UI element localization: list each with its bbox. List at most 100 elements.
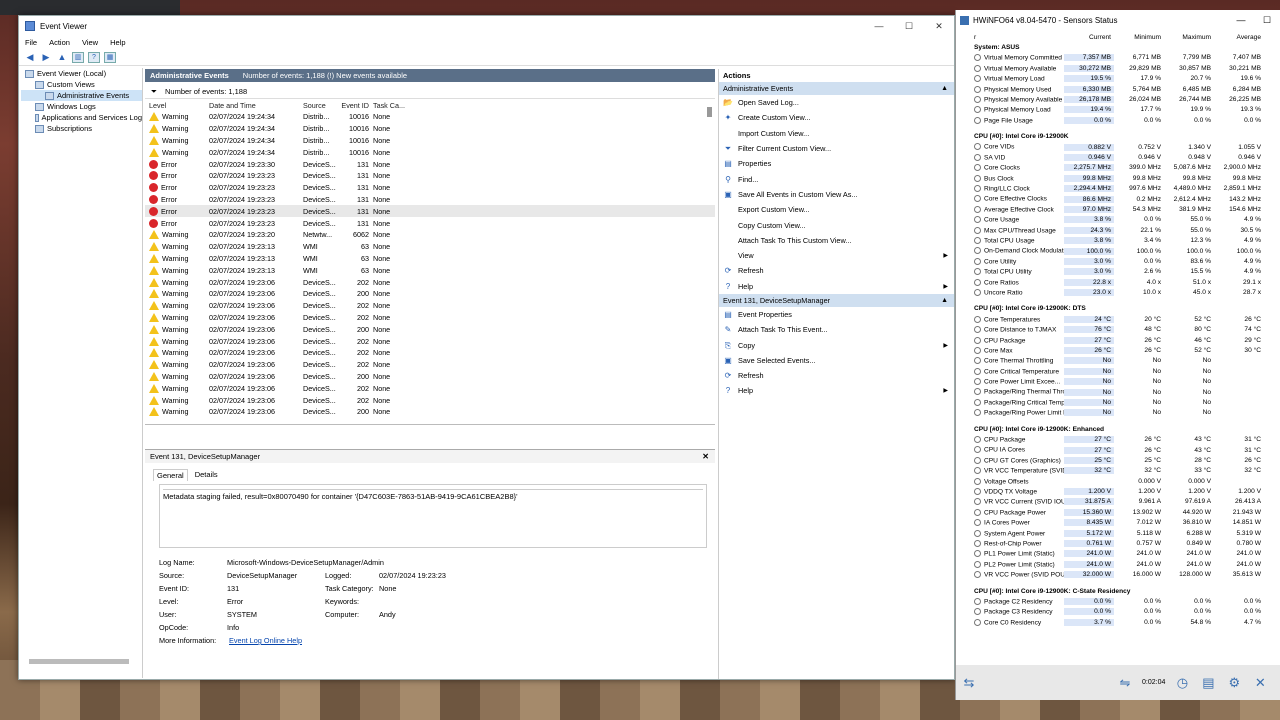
table-row[interactable]: Error 02/07/2024 19:23:23 DeviceS... 131 Non…: [145, 194, 715, 206]
table-row[interactable]: Warning 02/07/2024 19:23:06 DeviceS... 200 N…: [145, 323, 715, 335]
table-row[interactable]: Error 02/07/2024 19:23:23 DeviceS... 131 Non…: [145, 182, 715, 194]
table-row[interactable]: Warning 02/07/2024 19:23:13 WMI 63 None: [145, 241, 715, 253]
table-row[interactable]: Warning 02/07/2024 19:23:20 Netwtw... 6062 N…: [145, 229, 715, 241]
show-hide-tree-icon[interactable]: ▥: [72, 51, 84, 63]
tree-item[interactable]: Administrative Events: [21, 90, 142, 101]
sensor-row[interactable]: Core Power Limit Excee... No No No: [956, 377, 1280, 387]
report-icon[interactable]: ▤: [1199, 674, 1217, 692]
sensor-group-header[interactable]: CPU [#0]: Intel Core i9-12900K: Enhanced: [956, 424, 1280, 434]
sensor-row[interactable]: Virtual Memory Committed 7,357 MB 6,771 MB…: [956, 53, 1280, 63]
sensor-row[interactable]: System Agent Power 5.172 W 5.118 W 6.288 W 5…: [956, 528, 1280, 538]
sensor-row[interactable]: Uncore Ratio 23.0 x 10.0 x 45.0 x 28.7 x: [956, 287, 1280, 297]
show-hide-action-pane-icon[interactable]: ▦: [104, 51, 116, 63]
table-row[interactable]: Error 02/07/2024 19:23:23 DeviceS... 131 Non…: [145, 170, 715, 182]
tree-item[interactable]: Windows Logs: [21, 101, 142, 112]
sensor-row[interactable]: Core Ratios 22.8 x 4.0 x 51.0 x 29.1 x: [956, 277, 1280, 287]
menu-file[interactable]: File: [25, 38, 37, 47]
sensor-row[interactable]: PL2 Power Limit (Static) 241.0 W 241.0 W 24…: [956, 559, 1280, 569]
sensor-row[interactable]: Total CPU Utility 3.0 % 2.6 % 15.5 % 4.9 %: [956, 267, 1280, 277]
sensor-row[interactable]: Core Effective Clocks 86.6 MHz 0.2 MHz 2,61…: [956, 194, 1280, 204]
table-row[interactable]: Warning 02/07/2024 19:23:06 DeviceS... 202 N…: [145, 335, 715, 347]
table-row[interactable]: Warning 02/07/2024 19:23:06 DeviceS... 200 N…: [145, 406, 715, 418]
sensor-row[interactable]: Core C0 Residency 3.7 % 0.0 % 54.8 % 4.7 %: [956, 617, 1280, 627]
action-item[interactable]: ▤ Event Properties: [719, 307, 954, 322]
column-header[interactable]: Task Ca...: [373, 101, 413, 110]
action-item[interactable]: ⎘ Copy ▶: [719, 337, 954, 352]
sensor-row[interactable]: VDDQ TX Voltage 1.200 V 1.200 V 1.200 V 1.20…: [956, 486, 1280, 496]
sensor-row[interactable]: Core Critical Temperature No No No: [956, 366, 1280, 376]
maximize-button[interactable]: ☐: [894, 21, 924, 32]
collapse-arrow-icon[interactable]: ▲: [941, 82, 948, 95]
table-row[interactable]: Warning 02/07/2024 19:24:34 Distrib... 1001…: [145, 135, 715, 147]
sensor-group-header[interactable]: CPU [#0]: Intel Core i9-12900K: [956, 132, 1280, 142]
sensor-row[interactable]: VR VCC Temperature (SVID) 32 °C 32 °C 33 °C…: [956, 466, 1280, 476]
sensor-row[interactable]: Page File Usage 0.0 % 0.0 % 0.0 % 0.0 %: [956, 115, 1280, 125]
event-log-online-help-link[interactable]: Event Log Online Help: [229, 636, 302, 645]
table-row[interactable]: Warning 02/07/2024 19:23:06 DeviceS... 200 N…: [145, 288, 715, 300]
sensor-row[interactable]: Core Usage 3.8 % 0.0 % 55.0 % 4.9 %: [956, 215, 1280, 225]
sensor-row[interactable]: CPU GT Cores (Graphics) 25 °C 25 °C 28 °C 26…: [956, 455, 1280, 465]
sensor-column-header[interactable]: Maximum: [1164, 34, 1214, 41]
event-message-box[interactable]: Metadata staging failed, result=0x800704…: [159, 484, 707, 548]
hwinfo-title-bar[interactable]: HWiNFO64 v8.04-5470 - Sensors Status — ☐: [956, 10, 1280, 30]
table-row[interactable]: Warning 02/07/2024 19:23:06 DeviceS... 202 N…: [145, 382, 715, 394]
sensor-row[interactable]: PL1 Power Limit (Static) 241.0 W 241.0 W 24…: [956, 549, 1280, 559]
table-row[interactable]: Warning 02/07/2024 19:23:06 DeviceS... 200 N…: [145, 371, 715, 383]
sensor-row[interactable]: Package C3 Residency 0.0 % 0.0 % 0.0 % 0.0 %: [956, 607, 1280, 617]
action-item[interactable]: ? Help ▶: [719, 279, 954, 294]
clock-icon[interactable]: ◷: [1173, 674, 1191, 692]
column-header[interactable]: Source: [303, 101, 341, 110]
back-arrow-icon[interactable]: ◀: [24, 52, 36, 63]
sensor-row[interactable]: Core Max 26 °C 26 °C 52 °C 30 °C: [956, 345, 1280, 355]
minimize-button[interactable]: —: [864, 21, 894, 32]
table-row[interactable]: Error 02/07/2024 19:23:30 DeviceS... 131 Non…: [145, 158, 715, 170]
sensor-row[interactable]: CPU Package Power 15.360 W 13.902 W 44.920 …: [956, 507, 1280, 517]
action-item[interactable]: ⏷ Filter Current Custom View...: [719, 141, 954, 156]
column-header[interactable]: Level: [145, 101, 209, 110]
action-item[interactable]: View ▶: [719, 248, 954, 263]
action-item[interactable]: ✦ Create Custom View...: [719, 110, 954, 125]
sensor-row[interactable]: Package/Ring Power Limit E...NoNoNo: [956, 408, 1280, 418]
sensor-row[interactable]: SA VID 0.946 V 0.946 V 0.948 V 0.946 V: [956, 152, 1280, 162]
tree-item[interactable]: Applications and Services Log: [21, 112, 142, 123]
sensor-row[interactable]: IA Cores Power 8.435 W 7.012 W 36.810 W 14.8…: [956, 518, 1280, 528]
sensor-row[interactable]: Core Utility 3.0 % 0.0 % 83.6 % 4.9 %: [956, 256, 1280, 266]
table-row[interactable]: Warning 02/07/2024 19:23:06 DeviceS... 202 N…: [145, 359, 715, 371]
sensor-row[interactable]: Package/Ring Critical Temp... No No No: [956, 397, 1280, 407]
sensor-row[interactable]: Max CPU/Thread Usage 24.3 % 22.1 % 55.0 % 30…: [956, 225, 1280, 235]
tree-item[interactable]: Subscriptions: [21, 123, 142, 134]
sensor-column-header[interactable]: Current: [1064, 34, 1114, 41]
close-button[interactable]: ✕: [924, 21, 954, 32]
action-item[interactable]: ▣ Save All Events in Custom View As...: [719, 187, 954, 202]
sensor-row[interactable]: Physical Memory Load 19.4 % 17.7 % 19.9 % 19…: [956, 105, 1280, 115]
sensor-row[interactable]: Physical Memory Used 6,330 MB 5,764 MB 6,48…: [956, 84, 1280, 94]
sensor-row[interactable]: On-Demand Clock Modulation 100.0 % 100.0 %…: [956, 246, 1280, 256]
action-item[interactable]: ⟳ Refresh: [719, 263, 954, 278]
action-item[interactable]: ▣ Save Selected Events...: [719, 353, 954, 368]
action-item[interactable]: ✎ Attach Task To This Event...: [719, 322, 954, 337]
sensor-group-header[interactable]: CPU [#0]: Intel Core i9-12900K: DTS: [956, 304, 1280, 314]
menu-view[interactable]: View: [82, 38, 98, 47]
sensor-row[interactable]: Core Clocks 2,275.7 MHz 399.0 MHz 5,087.6 M…: [956, 163, 1280, 173]
network-icon[interactable]: ⇋: [1116, 674, 1134, 692]
title-bar[interactable]: Event Viewer — ☐ ✕: [19, 16, 954, 36]
sensor-row[interactable]: Ring/LLC Clock 2,294.4 MHz 997.6 MHz 4,489.…: [956, 183, 1280, 193]
sensor-row[interactable]: Virtual Memory Available 30,272 MB 29,829 …: [956, 63, 1280, 73]
action-item[interactable]: Import Custom View...: [719, 126, 954, 141]
close-x-icon[interactable]: ✕: [1251, 674, 1269, 692]
action-item[interactable]: ? Help ▶: [719, 383, 954, 398]
menu-help[interactable]: Help: [110, 38, 125, 47]
action-item[interactable]: ⚲ Find...: [719, 171, 954, 186]
sensor-row[interactable]: Physical Memory Available 26,178 MB 26,024…: [956, 94, 1280, 104]
table-row[interactable]: Warning 02/07/2024 19:24:34 Distrib... 1001…: [145, 111, 715, 123]
tab-general[interactable]: General: [153, 469, 188, 481]
table-row[interactable]: Warning 02/07/2024 19:24:34 Distrib... 1001…: [145, 146, 715, 158]
sensor-column-header[interactable]: r: [956, 34, 1064, 41]
sensor-row[interactable]: Core Temperatures 24 °C 20 °C 52 °C 26 °C: [956, 314, 1280, 324]
sensor-row[interactable]: Total CPU Usage 3.8 % 3.4 % 12.3 % 4.9 %: [956, 235, 1280, 245]
table-row[interactable]: Warning 02/07/2024 19:23:06 DeviceS... 202 N…: [145, 312, 715, 324]
actions-section-header[interactable]: Administrative Events ▲: [719, 82, 954, 95]
table-row[interactable]: Warning 02/07/2024 19:23:06 DeviceS... 202 N…: [145, 300, 715, 312]
horizontal-scrollbar[interactable]: [29, 659, 129, 664]
sensor-row[interactable]: Core Distance to TJMAX 76 °C 48 °C 80 °C 74 …: [956, 325, 1280, 335]
